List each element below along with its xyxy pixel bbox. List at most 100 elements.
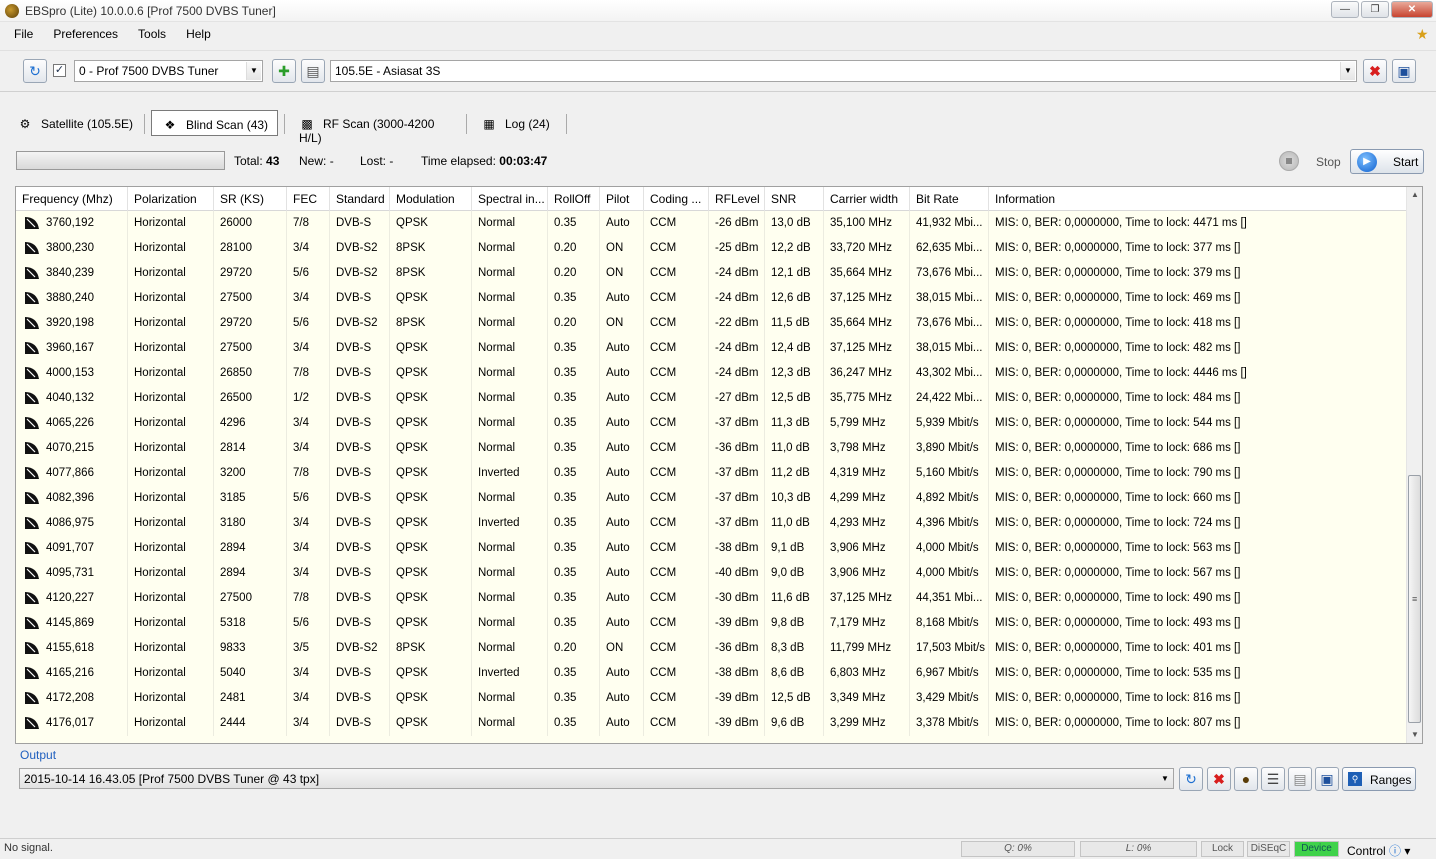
table-row[interactable]: 4070,215 Horizontal 2814 3/4 DVB-S QPSK Normal… (16, 436, 1408, 461)
column-header-polarization[interactable]: Polarization (128, 187, 214, 211)
add-document-button[interactable]: ✚ (272, 59, 296, 83)
column-header-modulation[interactable]: Modulation (390, 187, 472, 211)
table-row[interactable]: 4120,227 Horizontal 27500 7/8 DVB-S QPSK Norma… (16, 586, 1408, 611)
table-row[interactable]: 4077,866 Horizontal 3200 7/8 DVB-S QPSK Invert… (16, 461, 1408, 486)
globe-icon[interactable]: ● (1234, 767, 1258, 791)
close-window-button[interactable]: ✕ (1391, 1, 1433, 18)
save-button[interactable]: ▣ (1392, 59, 1416, 83)
table-row[interactable]: 3840,239 Horizontal 29720 5/6 DVB-S2 8PSK Norm… (16, 261, 1408, 286)
cell-snr: 12,3 dB (765, 361, 824, 386)
control-menu[interactable]: Control ⓘ ▾ (1347, 842, 1410, 859)
tab-satellite[interactable]: ⚙ Satellite (105.5E) (17, 110, 139, 136)
cell-fec: 3/4 (287, 511, 330, 536)
scroll-down-icon[interactable]: ▼ (1407, 727, 1422, 743)
restore-button[interactable]: ❐ (1361, 1, 1389, 18)
cell-frequency: 4172,208 (16, 686, 128, 711)
table-row[interactable]: 4065,226 Horizontal 4296 3/4 DVB-S QPSK Normal… (16, 411, 1408, 436)
satellite-list-button[interactable]: ▤ (301, 59, 325, 83)
table-row[interactable]: 4155,618 Horizontal 9833 3/5 DVB-S2 8PSK Norma… (16, 636, 1408, 661)
satellite-select[interactable]: 105.5E - Asiasat 3S ▼ (330, 60, 1357, 82)
menu-file[interactable]: File (7, 23, 40, 45)
save-output-button[interactable]: ▣ (1315, 767, 1339, 791)
table-row[interactable]: 4040,132 Horizontal 26500 1/2 DVB-S QPSK Norma… (16, 386, 1408, 411)
tuner-enabled-checkbox[interactable]: ✓ (53, 64, 66, 77)
column-header-carrier-width[interactable]: Carrier width (824, 187, 910, 211)
window-title: EBSpro (Lite) 10.0.0.6 [Prof 7500 DVBS T… (25, 4, 276, 18)
table-row[interactable]: 4145,869 Horizontal 5318 5/6 DVB-S QPSK Normal… (16, 611, 1408, 636)
refresh-output-button[interactable]: ↻ (1179, 767, 1203, 791)
document-icon: ▦ (483, 117, 495, 131)
vertical-scrollbar[interactable]: ▲ ≡ ▼ (1406, 187, 1422, 743)
table-row[interactable]: 3800,230 Horizontal 28100 3/4 DVB-S2 8PSK Norm… (16, 236, 1408, 261)
column-header-spectral-inversion[interactable]: Spectral in... (472, 187, 548, 211)
column-header-coding[interactable]: Coding ... (644, 187, 709, 211)
cell-rolloff: 0.35 (548, 611, 600, 636)
tab-rf-scan[interactable]: ▩ RF Scan (3000-4200 H/L) (299, 110, 459, 145)
tab-blind-scan[interactable]: ❖ Blind Scan (43) (151, 110, 278, 136)
cell-rolloff: 0.35 (548, 536, 600, 561)
tab-log[interactable]: ▦ Log (24) (481, 110, 561, 136)
cell-rolloff: 0.35 (548, 211, 600, 236)
table-row[interactable]: 3760,192 Horizontal 26000 7/8 DVB-S QPSK Norma… (16, 211, 1408, 236)
delete-output-button[interactable]: ✖ (1207, 767, 1231, 791)
table-row[interactable]: 4082,396 Horizontal 3185 5/6 DVB-S QPSK Normal… (16, 486, 1408, 511)
cell-symbol-rate: 26000 (214, 211, 287, 236)
cell-fec: 5/6 (287, 486, 330, 511)
table-row[interactable]: 4172,208 Horizontal 2481 3/4 DVB-S QPSK Normal… (16, 686, 1408, 711)
cell-fec: 7/8 (287, 211, 330, 236)
cell-pilot: Auto (600, 711, 644, 736)
column-header-rolloff[interactable]: RollOff (548, 187, 600, 211)
output-select[interactable]: 2015-10-14 16.43.05 [Prof 7500 DVBS Tune… (19, 768, 1174, 789)
cell-modulation: QPSK (390, 286, 472, 311)
column-header-snr[interactable]: SNR (765, 187, 824, 211)
stop-button[interactable]: Stop (1316, 155, 1341, 169)
scrollbar-thumb[interactable]: ≡ (1408, 475, 1421, 723)
list-view-button[interactable]: ☰ (1261, 767, 1285, 791)
cell-spectral-inversion: Normal (472, 561, 548, 586)
total-count: Total: 43 (234, 154, 280, 168)
column-header-rf-level[interactable]: RFLevel (709, 187, 765, 211)
column-header-pilot[interactable]: Pilot (600, 187, 644, 211)
cell-spectral-inversion: Normal (472, 261, 548, 286)
table-row[interactable]: 4091,707 Horizontal 2894 3/4 DVB-S QPSK Normal… (16, 536, 1408, 561)
column-header-bit-rate[interactable]: Bit Rate (910, 187, 989, 211)
table-row[interactable]: 4095,731 Horizontal 2894 3/4 DVB-S QPSK Normal… (16, 561, 1408, 586)
cell-information: MIS: 0, BER: 0,0000000, Time to lock: 44… (989, 211, 1408, 236)
column-header-symbol-rate[interactable]: SR (KS) (214, 187, 287, 211)
table-row[interactable]: 4086,975 Horizontal 3180 3/4 DVB-S QPSK Invert… (16, 511, 1408, 536)
scroll-up-icon[interactable]: ▲ (1407, 187, 1422, 203)
table-row[interactable]: 3960,167 Horizontal 27500 3/4 DVB-S QPSK Norma… (16, 336, 1408, 361)
cell-symbol-rate: 3200 (214, 461, 287, 486)
table-row[interactable]: 3880,240 Horizontal 27500 3/4 DVB-S QPSK Norma… (16, 286, 1408, 311)
menu-help[interactable]: Help (179, 23, 218, 45)
table-row[interactable]: 3920,198 Horizontal 29720 5/6 DVB-S2 8PSK Norm… (16, 311, 1408, 336)
cell-rolloff: 0.20 (548, 636, 600, 661)
column-header-information[interactable]: Information (989, 187, 1408, 211)
cell-coding: CCM (644, 611, 709, 636)
minimize-button[interactable]: — (1331, 1, 1359, 18)
stop-icon[interactable] (1279, 151, 1299, 171)
chevron-down-icon: ▼ (1340, 62, 1355, 80)
cell-coding: CCM (644, 311, 709, 336)
delete-button[interactable]: ✖ (1363, 59, 1387, 83)
menu-bar: File Preferences Tools Help (0, 23, 1436, 45)
menu-preferences[interactable]: Preferences (46, 23, 125, 45)
tuner-select[interactable]: 0 - Prof 7500 DVBS Tuner ▼ (74, 60, 263, 82)
cell-snr: 11,0 dB (765, 511, 824, 536)
column-header-frequency[interactable]: Frequency (Mhz) (16, 187, 128, 211)
column-header-fec[interactable]: FEC (287, 187, 330, 211)
cell-symbol-rate: 4296 (214, 411, 287, 436)
start-button[interactable]: ▶ Start (1350, 149, 1424, 174)
table-row[interactable]: 4165,216 Horizontal 5040 3/4 DVB-S QPSK Invert… (16, 661, 1408, 686)
menu-tools[interactable]: Tools (131, 23, 173, 45)
refresh-tuners-button[interactable]: ↻ (23, 59, 47, 83)
cell-pilot: Auto (600, 611, 644, 636)
table-row[interactable]: 4176,017 Horizontal 2444 3/4 DVB-S QPSK Normal… (16, 711, 1408, 736)
cell-snr: 9,6 dB (765, 711, 824, 736)
wizard-icon[interactable]: ★ (1416, 26, 1430, 42)
table-row[interactable]: 4000,153 Horizontal 26850 7/8 DVB-S QPSK Norma… (16, 361, 1408, 386)
ranges-button[interactable]: ⚲ Ranges (1342, 767, 1416, 791)
column-header-standard[interactable]: Standard (330, 187, 390, 211)
export-button[interactable]: ▤ (1288, 767, 1312, 791)
cell-rf-level: -38 dBm (709, 536, 765, 561)
